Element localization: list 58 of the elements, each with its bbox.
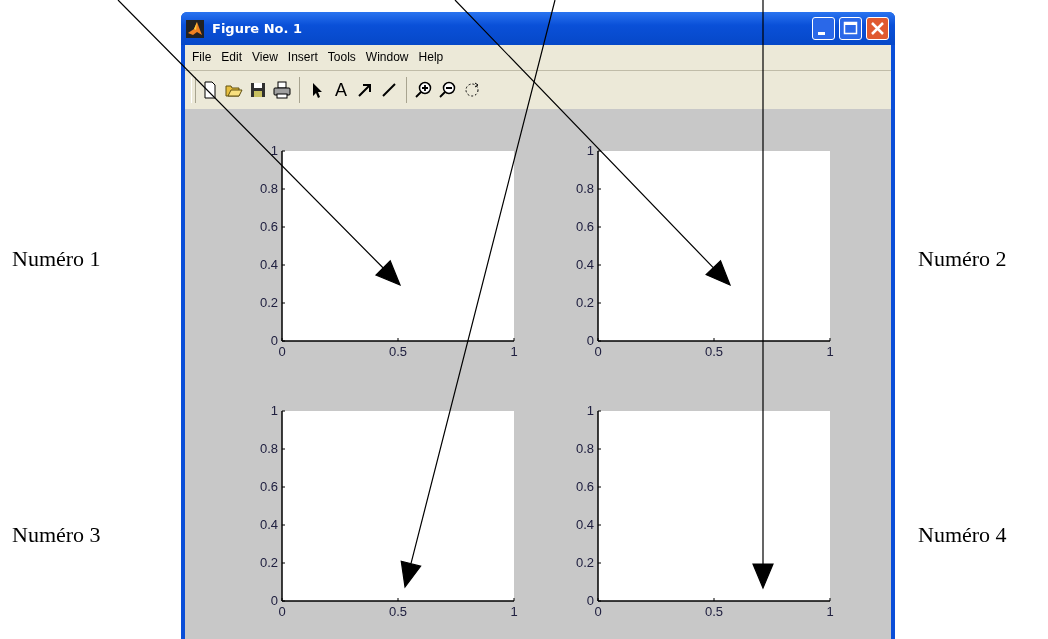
maximize-button[interactable]	[839, 17, 862, 40]
figure-label: Numéro 1	[12, 245, 102, 273]
minimize-button[interactable]	[812, 17, 835, 40]
minimize-icon	[818, 32, 825, 35]
y-tick-label: 0.6	[259, 219, 278, 234]
y-tick-label: 0.2	[259, 555, 278, 570]
zoom-out-icon[interactable]	[438, 80, 458, 100]
menu-item[interactable]: File	[187, 49, 217, 65]
x-tick-label: 0	[594, 604, 602, 619]
x-tick-label: 1	[510, 344, 518, 359]
menu-item[interactable]: Edit	[216, 49, 248, 65]
zoom-in-icon[interactable]	[414, 80, 434, 100]
x-tick-label: 1	[510, 604, 518, 619]
x-tick-label: 1	[826, 604, 834, 619]
x-tick-label: 0	[594, 344, 602, 359]
x-tick-label: 1	[826, 344, 834, 359]
y-tick-label: 0.8	[259, 181, 278, 196]
y-tick-label: 0.6	[575, 479, 594, 494]
figure-label: Numéro 4	[918, 521, 1008, 549]
y-tick-label: 0.2	[259, 295, 278, 310]
y-tick-label: 1	[586, 143, 594, 158]
y-tick-label: 0.6	[575, 219, 594, 234]
y-tick-label: 0.4	[259, 257, 278, 272]
x-tick-label: 0.5	[704, 344, 724, 359]
y-tick-label: 0.4	[575, 517, 594, 532]
x-tick-label: 0.5	[388, 604, 408, 619]
y-tick-label: 0	[586, 333, 594, 348]
close-button[interactable]	[866, 17, 889, 40]
window-title: Figure No. 1	[212, 21, 302, 36]
y-tick-label: 0.8	[259, 441, 278, 456]
x-tick-label: 0.5	[704, 604, 724, 619]
printer-icon[interactable]	[272, 80, 292, 100]
figure-label: Numéro 3	[12, 521, 102, 549]
y-tick-label: 0	[270, 593, 278, 608]
app-icon	[186, 19, 204, 38]
menu-item[interactable]: Tools	[322, 49, 361, 65]
y-tick-label: 1	[586, 403, 594, 418]
rotate-icon[interactable]	[462, 80, 482, 100]
x-tick-label: 0	[278, 604, 286, 619]
y-tick-label: 0.8	[575, 181, 594, 196]
figure-label: Numéro 2	[918, 245, 1008, 273]
y-tick-label: 0.8	[575, 441, 594, 456]
y-tick-label: 1	[270, 403, 278, 418]
menu-item[interactable]: View	[247, 49, 283, 65]
x-tick-label: 0.5	[388, 344, 408, 359]
y-tick-label: 0.6	[259, 479, 278, 494]
y-tick-label: 0	[270, 333, 278, 348]
menu-item[interactable]: Help	[413, 49, 449, 65]
y-tick-label: 0.4	[575, 257, 594, 272]
menu-item[interactable]: Insert	[282, 49, 323, 65]
y-tick-label: 0.2	[575, 295, 594, 310]
text-tool-button[interactable]: A	[331, 79, 351, 101]
menu-item[interactable]: Window	[360, 49, 414, 65]
x-tick-label: 0	[278, 344, 286, 359]
y-tick-label: 0.4	[259, 517, 278, 532]
y-tick-label: 0	[586, 593, 594, 608]
y-tick-label: 1	[270, 143, 278, 158]
y-tick-label: 0.2	[575, 555, 594, 570]
